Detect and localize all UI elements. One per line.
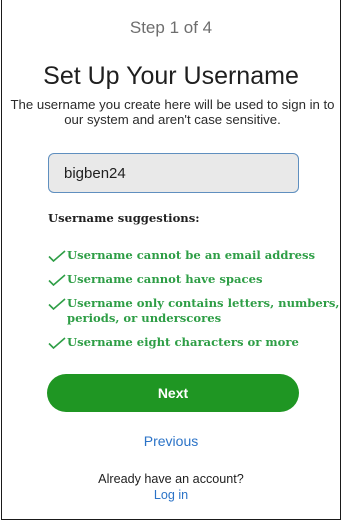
page-description: The username you create here will be use… [10, 97, 335, 127]
check-icon [48, 337, 66, 349]
suggestions-list: Username cannot be an email address User… [48, 248, 340, 359]
suggestion-item: Username eight characters or more [48, 335, 340, 350]
check-icon [48, 274, 66, 286]
account-prompt: Already have an account? [98, 472, 244, 486]
check-icon [48, 250, 66, 262]
suggestion-item: Username cannot have spaces [48, 272, 340, 287]
suggestion-item: Username only contains letters, numbers,… [48, 296, 340, 326]
suggestion-label: Username eight characters or more [67, 335, 299, 349]
next-button[interactable]: Next [47, 374, 299, 412]
login-link[interactable]: Log in [2, 488, 340, 503]
suggestion-item: Username cannot be an email address [48, 248, 340, 263]
suggestion-label: Username cannot be an email address [67, 248, 316, 262]
setup-panel: Step 1 of 4 Set Up Your Username The use… [1, 0, 341, 520]
check-icon [48, 298, 66, 310]
step-indicator: Step 1 of 4 [129, 18, 213, 37]
suggestion-label: Username cannot have spaces [67, 272, 263, 286]
username-input[interactable] [48, 153, 299, 193]
previous-link[interactable]: Previous [2, 433, 340, 450]
page-title: Set Up Your Username [43, 62, 299, 90]
suggestions-heading: Username suggestions: [48, 211, 200, 225]
suggestion-label: Username only contains letters, numbers,… [67, 296, 340, 325]
